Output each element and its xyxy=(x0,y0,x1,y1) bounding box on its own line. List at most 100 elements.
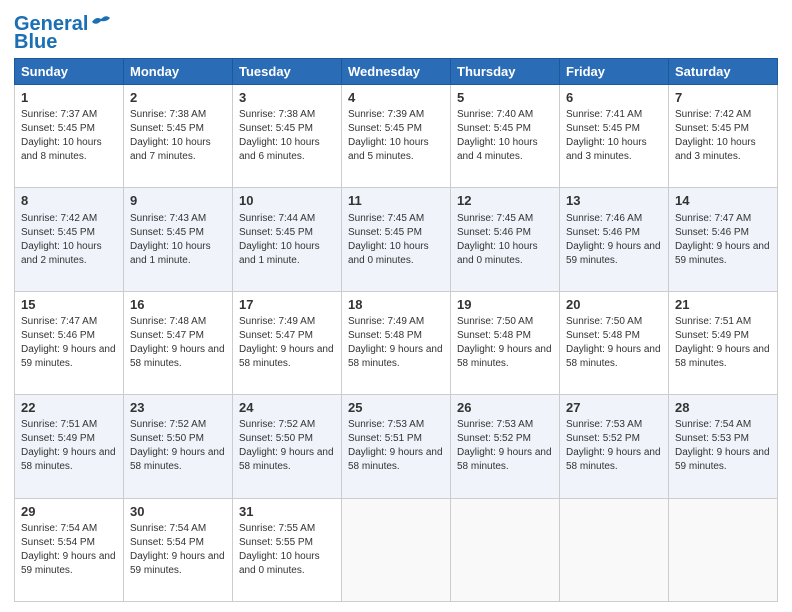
sunrise-text: Sunrise: 7:50 AM xyxy=(457,316,533,327)
weekday-header-wednesday: Wednesday xyxy=(342,59,451,85)
calendar-cell: 10 Sunrise: 7:44 AM Sunset: 5:45 PM Dayligh… xyxy=(233,188,342,291)
day-number: 8 xyxy=(21,192,117,210)
sunset-text: Sunset: 5:45 PM xyxy=(457,123,531,134)
calendar-cell: 17Sunrise: 7:49 AMSunset: 5:47 PMDayligh… xyxy=(233,291,342,394)
sunset-text: Sunset: 5:50 PM xyxy=(130,433,204,444)
sunrise-text: Sunrise: 7:50 AM xyxy=(566,316,642,327)
daylight-text: Daylight: 10 hours and 1 minute. xyxy=(239,241,320,266)
day-number: 10 xyxy=(239,192,335,210)
day-number: 16 xyxy=(130,296,226,314)
day-number: 15 xyxy=(21,296,117,314)
day-number: 24 xyxy=(239,399,335,417)
sunset-text: Sunset: 5:53 PM xyxy=(675,433,749,444)
calendar-cell: 4Sunrise: 7:39 AMSunset: 5:45 PMDaylight… xyxy=(342,85,451,188)
sunset-text: Sunset: 5:50 PM xyxy=(239,433,313,444)
sunrise-text: Sunrise: 7:45 AM xyxy=(348,213,424,224)
daylight-text: Daylight: 10 hours and 8 minutes. xyxy=(21,137,102,162)
day-number: 31 xyxy=(239,503,335,521)
daylight-text: Daylight: 9 hours and 58 minutes. xyxy=(566,344,661,369)
sunrise-text: Sunrise: 7:53 AM xyxy=(457,419,533,430)
calendar-cell: 18Sunrise: 7:49 AMSunset: 5:48 PMDayligh… xyxy=(342,291,451,394)
day-number: 3 xyxy=(239,89,335,107)
weekday-header-monday: Monday xyxy=(124,59,233,85)
daylight-text: Daylight: 9 hours and 58 minutes. xyxy=(566,447,661,472)
day-number: 23 xyxy=(130,399,226,417)
daylight-text: Daylight: 10 hours and 0 minutes. xyxy=(457,241,538,266)
day-number: 19 xyxy=(457,296,553,314)
sunrise-text: Sunrise: 7:51 AM xyxy=(21,419,97,430)
sunrise-text: Sunrise: 7:52 AM xyxy=(239,419,315,430)
day-number: 29 xyxy=(21,503,117,521)
header: General Blue xyxy=(14,10,778,52)
sunset-text: Sunset: 5:55 PM xyxy=(239,537,313,548)
weekday-header-sunday: Sunday xyxy=(15,59,124,85)
calendar-cell: 24Sunrise: 7:52 AMSunset: 5:50 PMDayligh… xyxy=(233,395,342,498)
weekday-header-saturday: Saturday xyxy=(669,59,778,85)
sunrise-text: Sunrise: 7:40 AM xyxy=(457,109,533,120)
daylight-text: Daylight: 10 hours and 4 minutes. xyxy=(457,137,538,162)
sunset-text: Sunset: 5:45 PM xyxy=(239,227,313,238)
calendar-cell: 7Sunrise: 7:42 AMSunset: 5:45 PMDaylight… xyxy=(669,85,778,188)
daylight-text: Daylight: 10 hours and 2 minutes. xyxy=(21,241,102,266)
sunset-text: Sunset: 5:49 PM xyxy=(675,330,749,341)
calendar-header-row: SundayMondayTuesdayWednesdayThursdayFrid… xyxy=(15,59,778,85)
calendar-week-5: 29Sunrise: 7:54 AMSunset: 5:54 PMDayligh… xyxy=(15,498,778,601)
calendar-cell: 23Sunrise: 7:52 AMSunset: 5:50 PMDayligh… xyxy=(124,395,233,498)
sunrise-text: Sunrise: 7:46 AM xyxy=(566,213,642,224)
calendar-cell: 16Sunrise: 7:48 AMSunset: 5:47 PMDayligh… xyxy=(124,291,233,394)
sunrise-text: Sunrise: 7:41 AM xyxy=(566,109,642,120)
calendar-cell: 25Sunrise: 7:53 AMSunset: 5:51 PMDayligh… xyxy=(342,395,451,498)
logo-bird-icon xyxy=(90,14,112,30)
calendar-cell: 27Sunrise: 7:53 AMSunset: 5:52 PMDayligh… xyxy=(560,395,669,498)
sunrise-text: Sunrise: 7:47 AM xyxy=(675,213,751,224)
daylight-text: Daylight: 10 hours and 1 minute. xyxy=(130,241,211,266)
sunrise-text: Sunrise: 7:42 AM xyxy=(21,213,97,224)
sunset-text: Sunset: 5:47 PM xyxy=(239,330,313,341)
calendar-cell xyxy=(342,498,451,601)
day-number: 7 xyxy=(675,89,771,107)
calendar-cell: 21Sunrise: 7:51 AMSunset: 5:49 PMDayligh… xyxy=(669,291,778,394)
sunrise-text: Sunrise: 7:55 AM xyxy=(239,523,315,534)
sunset-text: Sunset: 5:45 PM xyxy=(348,123,422,134)
sunrise-text: Sunrise: 7:49 AM xyxy=(239,316,315,327)
calendar-cell: 9Sunrise: 7:43 AMSunset: 5:45 PMDaylight… xyxy=(124,188,233,291)
sunrise-text: Sunrise: 7:38 AM xyxy=(239,109,315,120)
calendar-cell: 22Sunrise: 7:51 AMSunset: 5:49 PMDayligh… xyxy=(15,395,124,498)
calendar-cell: 3Sunrise: 7:38 AMSunset: 5:45 PMDaylight… xyxy=(233,85,342,188)
day-number: 14 xyxy=(675,192,771,210)
calendar-cell xyxy=(451,498,560,601)
sunrise-text: Sunrise: 7:45 AM xyxy=(457,213,533,224)
daylight-text: Daylight: 9 hours and 59 minutes. xyxy=(21,344,116,369)
sunrise-text: Sunrise: 7:51 AM xyxy=(675,316,751,327)
sunset-text: Sunset: 5:49 PM xyxy=(21,433,95,444)
day-number: 28 xyxy=(675,399,771,417)
sunrise-text: Sunrise: 7:52 AM xyxy=(130,419,206,430)
calendar-cell: 8 Sunrise: 7:42 AM Sunset: 5:45 PM Daylight… xyxy=(15,188,124,291)
logo-blue-text: Blue xyxy=(14,32,57,52)
day-number: 27 xyxy=(566,399,662,417)
calendar-cell: 5 Sunrise: 7:40 AM Sunset: 5:45 PM Daylight… xyxy=(451,85,560,188)
sunset-text: Sunset: 5:52 PM xyxy=(457,433,531,444)
weekday-header-friday: Friday xyxy=(560,59,669,85)
sunset-text: Sunset: 5:45 PM xyxy=(21,227,95,238)
calendar-cell: 12Sunrise: 7:45 AMSunset: 5:46 PMDayligh… xyxy=(451,188,560,291)
sunset-text: Sunset: 5:46 PM xyxy=(21,330,95,341)
sunrise-text: Sunrise: 7:44 AM xyxy=(239,213,315,224)
calendar-week-4: 22Sunrise: 7:51 AMSunset: 5:49 PMDayligh… xyxy=(15,395,778,498)
sunrise-text: Sunrise: 7:53 AM xyxy=(566,419,642,430)
weekday-header-tuesday: Tuesday xyxy=(233,59,342,85)
day-number: 4 xyxy=(348,89,444,107)
calendar-cell: 6Sunrise: 7:41 AMSunset: 5:45 PMDaylight… xyxy=(560,85,669,188)
day-number: 18 xyxy=(348,296,444,314)
daylight-text: Daylight: 10 hours and 3 minutes. xyxy=(566,137,647,162)
daylight-text: Daylight: 10 hours and 3 minutes. xyxy=(675,137,756,162)
sunset-text: Sunset: 5:48 PM xyxy=(566,330,640,341)
sunset-text: Sunset: 5:47 PM xyxy=(130,330,204,341)
sunrise-text: Sunrise: 7:38 AM xyxy=(130,109,206,120)
daylight-text: Daylight: 9 hours and 58 minutes. xyxy=(457,344,552,369)
sunrise-text: Sunrise: 7:54 AM xyxy=(130,523,206,534)
day-number: 13 xyxy=(566,192,662,210)
daylight-text: Daylight: 9 hours and 59 minutes. xyxy=(130,551,225,576)
day-number: 20 xyxy=(566,296,662,314)
day-number: 5 xyxy=(457,89,553,107)
